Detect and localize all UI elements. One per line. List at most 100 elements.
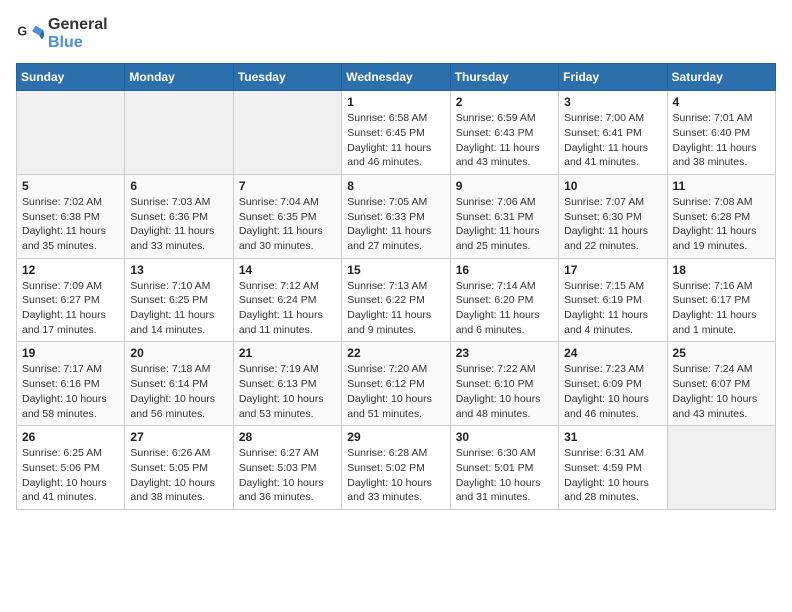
day-number: 31 <box>564 430 661 444</box>
calendar-cell: 24 Sunrise: 7:23 AM Sunset: 6:09 PM Dayli… <box>559 342 667 426</box>
day-number: 27 <box>130 430 227 444</box>
day-number: 29 <box>347 430 444 444</box>
day-info: Sunrise: 7:04 AM Sunset: 6:35 PM Dayligh… <box>239 195 336 254</box>
day-info: Sunrise: 6:59 AM Sunset: 6:43 PM Dayligh… <box>456 111 553 170</box>
day-number: 5 <box>22 179 119 193</box>
day-info: Sunrise: 7:14 AM Sunset: 6:20 PM Dayligh… <box>456 279 553 338</box>
day-info: Sunrise: 7:08 AM Sunset: 6:28 PM Dayligh… <box>673 195 770 254</box>
calendar-cell: 7 Sunrise: 7:04 AM Sunset: 6:35 PM Daylig… <box>233 174 341 258</box>
day-info: Sunrise: 6:31 AM Sunset: 4:59 PM Dayligh… <box>564 446 661 505</box>
calendar-cell: 21 Sunrise: 7:19 AM Sunset: 6:13 PM Dayli… <box>233 342 341 426</box>
calendar-cell: 12 Sunrise: 7:09 AM Sunset: 6:27 PM Dayli… <box>17 258 125 342</box>
day-info: Sunrise: 7:01 AM Sunset: 6:40 PM Dayligh… <box>673 111 770 170</box>
calendar-cell: 6 Sunrise: 7:03 AM Sunset: 6:36 PM Daylig… <box>125 174 233 258</box>
day-number: 12 <box>22 263 119 277</box>
day-number: 19 <box>22 346 119 360</box>
calendar-cell: 16 Sunrise: 7:14 AM Sunset: 6:20 PM Dayli… <box>450 258 558 342</box>
calendar-cell <box>125 91 233 175</box>
day-number: 13 <box>130 263 227 277</box>
day-info: Sunrise: 6:25 AM Sunset: 5:06 PM Dayligh… <box>22 446 119 505</box>
day-info: Sunrise: 7:07 AM Sunset: 6:30 PM Dayligh… <box>564 195 661 254</box>
day-info: Sunrise: 7:10 AM Sunset: 6:25 PM Dayligh… <box>130 279 227 338</box>
day-info: Sunrise: 7:03 AM Sunset: 6:36 PM Dayligh… <box>130 195 227 254</box>
calendar-cell: 22 Sunrise: 7:20 AM Sunset: 6:12 PM Dayli… <box>342 342 450 426</box>
calendar-cell: 25 Sunrise: 7:24 AM Sunset: 6:07 PM Dayli… <box>667 342 775 426</box>
day-number: 8 <box>347 179 444 193</box>
day-info: Sunrise: 7:20 AM Sunset: 6:12 PM Dayligh… <box>347 362 444 421</box>
calendar-cell: 19 Sunrise: 7:17 AM Sunset: 6:16 PM Dayli… <box>17 342 125 426</box>
day-number: 23 <box>456 346 553 360</box>
day-info: Sunrise: 7:06 AM Sunset: 6:31 PM Dayligh… <box>456 195 553 254</box>
weekday-header-sunday: Sunday <box>17 64 125 91</box>
day-number: 30 <box>456 430 553 444</box>
day-info: Sunrise: 7:05 AM Sunset: 6:33 PM Dayligh… <box>347 195 444 254</box>
day-info: Sunrise: 7:17 AM Sunset: 6:16 PM Dayligh… <box>22 362 119 421</box>
weekday-header-thursday: Thursday <box>450 64 558 91</box>
day-info: Sunrise: 7:16 AM Sunset: 6:17 PM Dayligh… <box>673 279 770 338</box>
day-info: Sunrise: 6:30 AM Sunset: 5:01 PM Dayligh… <box>456 446 553 505</box>
day-number: 14 <box>239 263 336 277</box>
weekday-header-monday: Monday <box>125 64 233 91</box>
svg-text:G: G <box>17 24 27 38</box>
day-info: Sunrise: 7:02 AM Sunset: 6:38 PM Dayligh… <box>22 195 119 254</box>
day-info: Sunrise: 7:23 AM Sunset: 6:09 PM Dayligh… <box>564 362 661 421</box>
day-info: Sunrise: 7:00 AM Sunset: 6:41 PM Dayligh… <box>564 111 661 170</box>
calendar-cell: 26 Sunrise: 6:25 AM Sunset: 5:06 PM Dayli… <box>17 426 125 510</box>
weekday-header-wednesday: Wednesday <box>342 64 450 91</box>
day-info: Sunrise: 7:09 AM Sunset: 6:27 PM Dayligh… <box>22 279 119 338</box>
day-number: 3 <box>564 95 661 109</box>
calendar-cell: 30 Sunrise: 6:30 AM Sunset: 5:01 PM Dayli… <box>450 426 558 510</box>
calendar-cell: 10 Sunrise: 7:07 AM Sunset: 6:30 PM Dayli… <box>559 174 667 258</box>
day-number: 2 <box>456 95 553 109</box>
logo-blue: Blue <box>48 34 108 52</box>
calendar-cell: 18 Sunrise: 7:16 AM Sunset: 6:17 PM Dayli… <box>667 258 775 342</box>
day-number: 28 <box>239 430 336 444</box>
day-info: Sunrise: 7:18 AM Sunset: 6:14 PM Dayligh… <box>130 362 227 421</box>
day-number: 10 <box>564 179 661 193</box>
day-info: Sunrise: 7:15 AM Sunset: 6:19 PM Dayligh… <box>564 279 661 338</box>
calendar-cell: 31 Sunrise: 6:31 AM Sunset: 4:59 PM Dayli… <box>559 426 667 510</box>
day-info: Sunrise: 7:22 AM Sunset: 6:10 PM Dayligh… <box>456 362 553 421</box>
calendar-cell <box>17 91 125 175</box>
calendar-cell: 17 Sunrise: 7:15 AM Sunset: 6:19 PM Dayli… <box>559 258 667 342</box>
day-number: 4 <box>673 95 770 109</box>
day-number: 25 <box>673 346 770 360</box>
weekday-header-saturday: Saturday <box>667 64 775 91</box>
calendar-cell: 9Sunrise: 7:06 AM Sunset: 6:31 PM Daylig… <box>450 174 558 258</box>
logo: G General Blue <box>16 16 108 51</box>
day-number: 1 <box>347 95 444 109</box>
calendar-cell: 23 Sunrise: 7:22 AM Sunset: 6:10 PM Dayli… <box>450 342 558 426</box>
day-info: Sunrise: 6:58 AM Sunset: 6:45 PM Dayligh… <box>347 111 444 170</box>
calendar-cell: 27Sunrise: 6:26 AM Sunset: 5:05 PM Dayli… <box>125 426 233 510</box>
day-number: 21 <box>239 346 336 360</box>
calendar-cell: 29 Sunrise: 6:28 AM Sunset: 5:02 PM Dayli… <box>342 426 450 510</box>
day-number: 20 <box>130 346 227 360</box>
calendar-table: SundayMondayTuesdayWednesdayThursdayFrid… <box>16 63 776 510</box>
day-number: 22 <box>347 346 444 360</box>
day-number: 26 <box>22 430 119 444</box>
day-info: Sunrise: 6:27 AM Sunset: 5:03 PM Dayligh… <box>239 446 336 505</box>
day-number: 18 <box>673 263 770 277</box>
day-info: Sunrise: 6:28 AM Sunset: 5:02 PM Dayligh… <box>347 446 444 505</box>
calendar-cell: 3 Sunrise: 7:00 AM Sunset: 6:41 PM Daylig… <box>559 91 667 175</box>
page-header: G General Blue <box>16 16 776 51</box>
calendar-cell: 2 Sunrise: 6:59 AM Sunset: 6:43 PM Daylig… <box>450 91 558 175</box>
day-number: 7 <box>239 179 336 193</box>
calendar-cell: 1 Sunrise: 6:58 AM Sunset: 6:45 PM Daylig… <box>342 91 450 175</box>
day-number: 6 <box>130 179 227 193</box>
day-number: 24 <box>564 346 661 360</box>
calendar-cell: 14 Sunrise: 7:12 AM Sunset: 6:24 PM Dayli… <box>233 258 341 342</box>
day-info: Sunrise: 7:24 AM Sunset: 6:07 PM Dayligh… <box>673 362 770 421</box>
logo-icon: G <box>16 20 44 48</box>
weekday-header-friday: Friday <box>559 64 667 91</box>
calendar-cell: 13 Sunrise: 7:10 AM Sunset: 6:25 PM Dayli… <box>125 258 233 342</box>
calendar-cell: 20 Sunrise: 7:18 AM Sunset: 6:14 PM Dayli… <box>125 342 233 426</box>
day-info: Sunrise: 7:19 AM Sunset: 6:13 PM Dayligh… <box>239 362 336 421</box>
weekday-header-tuesday: Tuesday <box>233 64 341 91</box>
day-number: 17 <box>564 263 661 277</box>
day-info: Sunrise: 7:12 AM Sunset: 6:24 PM Dayligh… <box>239 279 336 338</box>
day-number: 11 <box>673 179 770 193</box>
calendar-cell: 8 Sunrise: 7:05 AM Sunset: 6:33 PM Daylig… <box>342 174 450 258</box>
day-number: 16 <box>456 263 553 277</box>
calendar-cell: 5 Sunrise: 7:02 AM Sunset: 6:38 PM Daylig… <box>17 174 125 258</box>
